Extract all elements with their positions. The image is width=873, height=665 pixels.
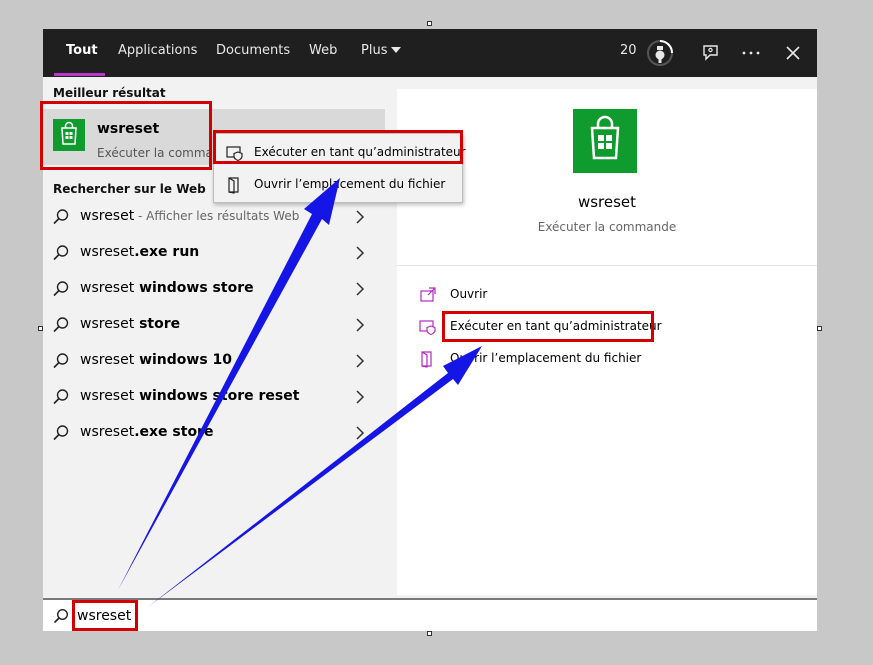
web-suggestion-text: wsreset - Afficher les résultats Web [80, 208, 299, 224]
rewards-points: 20 [620, 43, 637, 58]
selection-handle-bottom[interactable] [427, 631, 432, 636]
admin-shield-icon [419, 320, 436, 336]
suggestion-completion: store [134, 316, 181, 332]
open-file-location-label: Ouvrir l’emplacement du fichier [450, 351, 642, 365]
tab-documents[interactable]: Documents [216, 29, 290, 77]
web-suggestion-item[interactable]: wsreset windows store [43, 271, 385, 307]
suggestion-query: wsreset [80, 352, 135, 368]
chevron-right-icon [356, 390, 365, 404]
web-suggestion-text: wsreset.exe run [80, 244, 199, 260]
selection-handle-top[interactable] [427, 21, 432, 26]
chevron-right-icon [356, 282, 365, 296]
open-icon [420, 287, 436, 302]
chevron-right-icon [356, 426, 365, 440]
search-icon [53, 425, 69, 441]
more-options-icon[interactable] [736, 29, 766, 77]
close-icon[interactable] [778, 29, 808, 77]
open-action[interactable]: Ouvrir [419, 283, 569, 307]
web-suggestion-text: wsreset windows store [80, 280, 254, 296]
suggestion-completion: windows store [134, 280, 254, 296]
tab-all[interactable]: Tout [66, 29, 98, 77]
search-icon [53, 281, 69, 297]
web-suggestion-item[interactable]: wsreset.exe store [43, 415, 385, 451]
annotation-box-details-admin [442, 311, 654, 342]
ctx-open-file-location[interactable]: Ouvrir l’emplacement du fichier [214, 168, 462, 200]
web-suggestion-item[interactable]: wsreset store [43, 307, 385, 343]
chevron-right-icon [356, 210, 365, 224]
selection-handle-right[interactable] [817, 326, 822, 331]
search-icon [53, 209, 69, 225]
ctx-open-file-location-label: Ouvrir l’emplacement du fichier [254, 177, 446, 191]
web-suggestion-text: wsreset windows store reset [80, 388, 299, 404]
web-suggestion-text: wsreset store [80, 316, 180, 332]
chevron-right-icon [356, 354, 365, 368]
web-suggestion-item[interactable]: wsreset - Afficher les résultats Web [43, 199, 385, 235]
details-subtitle: Exécuter la commande [537, 220, 677, 234]
suggestion-completion: .exe run [134, 244, 200, 260]
suggestion-completion: windows store reset [134, 388, 300, 404]
tab-applications[interactable]: Applications [118, 29, 197, 77]
web-suggestion-item[interactable]: wsreset windows 10 [43, 343, 385, 379]
suggestion-query: wsreset [80, 208, 135, 224]
web-suggestion-text: wsreset.exe store [80, 424, 213, 440]
feedback-icon[interactable] [695, 29, 725, 77]
open-action-label: Ouvrir [450, 287, 488, 301]
best-match-heading: Meilleur résultat [53, 86, 166, 100]
file-location-icon [421, 351, 432, 368]
microsoft-store-icon [573, 109, 637, 173]
suggestion-query: wsreset [80, 316, 135, 332]
chevron-right-icon [356, 246, 365, 260]
web-suggestion-item[interactable]: wsreset.exe run [43, 235, 385, 271]
suggestion-query: wsreset [80, 424, 135, 440]
file-location-icon [228, 177, 239, 194]
web-suggestion-text: wsreset windows 10 [80, 352, 232, 368]
search-icon [53, 608, 69, 624]
open-file-location-action[interactable]: Ouvrir l’emplacement du fichier [419, 347, 659, 371]
annotation-box-context-admin [213, 130, 463, 164]
search-icon [53, 389, 69, 405]
web-search-heading: Rechercher sur le Web [53, 182, 206, 196]
search-filter-bar: Tout Applications Documents Web Plus 20 [43, 29, 817, 77]
tab-more[interactable]: Plus [361, 29, 387, 77]
suggestion-query: wsreset [80, 244, 135, 260]
suggestion-query: wsreset [80, 280, 135, 296]
search-icon [53, 317, 69, 333]
chevron-down-icon [391, 47, 401, 53]
suggestion-completion: windows 10 [134, 352, 233, 368]
active-tab-indicator [54, 73, 105, 76]
chevron-right-icon [356, 318, 365, 332]
suggestion-completion: .exe store [134, 424, 214, 440]
annotation-box-best-match [40, 101, 212, 170]
web-suggestion-item[interactable]: wsreset windows store reset [43, 379, 385, 415]
search-box[interactable] [43, 598, 817, 631]
tab-web[interactable]: Web [309, 29, 337, 77]
search-icon [53, 245, 69, 261]
annotation-box-search-text [72, 600, 138, 631]
details-divider [397, 265, 817, 266]
suggestion-hint: - Afficher les résultats Web [134, 209, 300, 223]
search-icon [53, 353, 69, 369]
rewards-medal-icon[interactable] [645, 29, 675, 77]
suggestion-query: wsreset [80, 388, 135, 404]
